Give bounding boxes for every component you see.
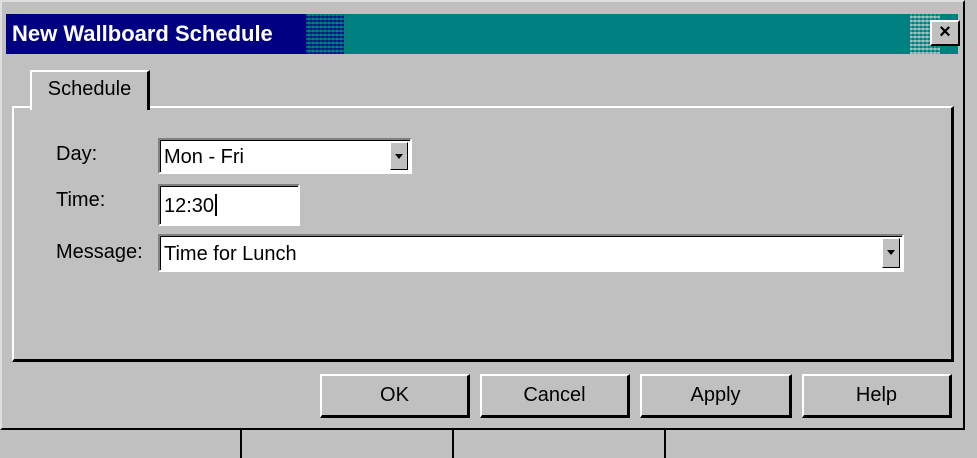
chevron-down-icon[interactable]: [882, 238, 900, 268]
time-input-value: 12:30: [164, 195, 215, 217]
title-bar-dither: [306, 14, 344, 54]
message-select-value: Time for Lunch: [164, 243, 297, 265]
help-button[interactable]: Help: [802, 374, 952, 418]
time-label: Time:: [56, 189, 106, 211]
cancel-button[interactable]: Cancel: [480, 374, 630, 418]
message-label: Message:: [56, 241, 143, 263]
time-input[interactable]: 12:30: [158, 184, 300, 226]
apply-button[interactable]: Apply: [640, 374, 792, 418]
day-select-value: Mon - Fri: [164, 146, 244, 168]
day-label: Day:: [56, 143, 98, 165]
close-icon: ×: [939, 21, 951, 43]
tab-schedule-label: Schedule: [47, 78, 132, 100]
dialog-title: New Wallboard Schedule: [12, 21, 273, 46]
ok-button[interactable]: OK: [320, 374, 470, 418]
message-select[interactable]: Time for Lunch: [158, 234, 904, 272]
tab-schedule[interactable]: Schedule: [30, 70, 150, 110]
chevron-down-icon[interactable]: [390, 142, 408, 170]
close-button[interactable]: ×: [930, 20, 960, 46]
day-select[interactable]: Mon - Fri: [158, 138, 412, 174]
time-input-text: 12:30: [164, 194, 218, 218]
title-bar[interactable]: New Wallboard Schedule ×: [6, 14, 960, 54]
text-cursor: [215, 194, 218, 216]
new-wallboard-schedule-dialog: New Wallboard Schedule × Schedule Day: M…: [0, 0, 965, 430]
